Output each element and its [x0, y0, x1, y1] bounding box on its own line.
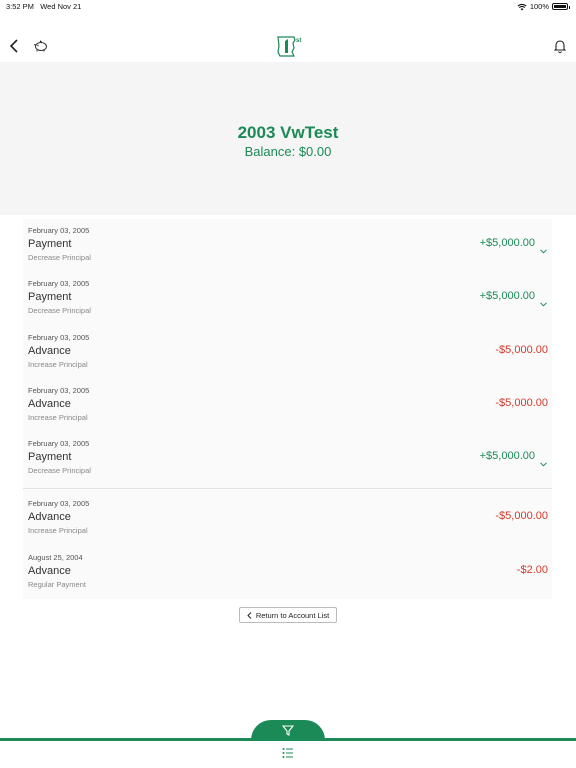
account-balance: Balance: $0.00: [244, 144, 332, 159]
transaction-amount: +$5,000.00: [479, 237, 535, 249]
status-right: 100%: [517, 2, 570, 11]
transaction-row: August 25, 2004 Advance Regular Payment -$2…: [23, 546, 552, 599]
transaction-type: Payment: [28, 291, 72, 304]
battery-icon: [552, 3, 570, 10]
bell-icon[interactable]: [553, 38, 567, 54]
transaction-row: February 03, 2005 Advance Increase Princip…: [23, 379, 552, 432]
filter-icon: [282, 724, 294, 736]
transaction-type: Advance: [28, 344, 71, 357]
transaction-description: Increase Principal: [28, 412, 88, 422]
list-divider: [23, 488, 552, 490]
transaction-row[interactable]: February 03, 2005 Payment Decrease Princip…: [23, 219, 552, 272]
transaction-date: February 03, 2005: [28, 439, 90, 449]
status-time: 3:52 PM Wed Nov 21: [6, 2, 82, 11]
bottom-bar: [0, 741, 576, 768]
transaction-amount: -$2.00: [516, 563, 548, 576]
transaction-type: Advance: [28, 397, 71, 410]
transaction-date: February 03, 2005: [28, 499, 90, 509]
list-icon[interactable]: [282, 746, 294, 764]
transaction-row: February 03, 2005 Advance Increase Princip…: [23, 492, 552, 545]
first-logo-icon: st: [275, 34, 303, 58]
filter-tab[interactable]: [251, 720, 325, 740]
transaction-description: Decrease Principal: [28, 306, 91, 316]
transaction-description: Decrease Principal: [28, 466, 91, 476]
chevron-down-icon[interactable]: [540, 454, 547, 472]
nav-bar: st: [0, 30, 576, 62]
return-button-label: Return to Account List: [255, 610, 330, 620]
transaction-list: February 03, 2005 Payment Decrease Princip…: [23, 219, 552, 600]
transaction-amount: +$5,000.00: [479, 290, 535, 303]
transaction-row[interactable]: February 03, 2005 Payment Decrease Princip…: [23, 272, 552, 325]
transaction-row: February 03, 2005 Advance Increase Princip…: [23, 326, 552, 379]
wifi-icon: [517, 3, 527, 10]
transaction-type: Advance: [28, 564, 71, 577]
transaction-description: Increase Principal: [28, 526, 88, 536]
transaction-description: Increase Principal: [28, 359, 88, 369]
transaction-date: February 03, 2005: [28, 226, 90, 235]
chevron-left-icon[interactable]: [8, 38, 20, 54]
transaction-type: Advance: [28, 511, 71, 524]
status-bar: 3:52 PM Wed Nov 21 100%: [0, 0, 576, 14]
account-header: 2003 VwTest Balance: $0.00: [0, 62, 576, 215]
transaction-date: February 03, 2005: [28, 385, 90, 395]
transaction-row[interactable]: February 03, 2005 Payment Decrease Princip…: [23, 432, 552, 485]
transaction-description: Decrease Principal: [28, 253, 91, 262]
transaction-amount: -$5,000.00: [495, 396, 548, 409]
chevron-down-icon[interactable]: [540, 241, 547, 259]
account-name: 2003 VwTest: [237, 123, 339, 142]
transaction-date: August 25, 2004: [28, 552, 83, 562]
transaction-type: Payment: [28, 451, 72, 464]
chevron-down-icon[interactable]: [540, 294, 547, 312]
piggy-bank-icon[interactable]: [32, 39, 48, 53]
transaction-amount: -$5,000.00: [495, 343, 548, 356]
transaction-date: February 03, 2005: [28, 279, 90, 289]
battery-percent: 100%: [529, 2, 549, 11]
transaction-amount: -$5,000.00: [495, 510, 548, 523]
transaction-amount: +$5,000.00: [479, 450, 535, 463]
transaction-description: Regular Payment: [28, 579, 86, 589]
logo-text: st: [296, 38, 301, 44]
transaction-type: Payment: [28, 238, 72, 250]
return-to-account-list-button[interactable]: Return to Account List: [239, 607, 337, 623]
chevron-left-icon: [247, 611, 252, 619]
transaction-date: February 03, 2005: [28, 332, 90, 342]
